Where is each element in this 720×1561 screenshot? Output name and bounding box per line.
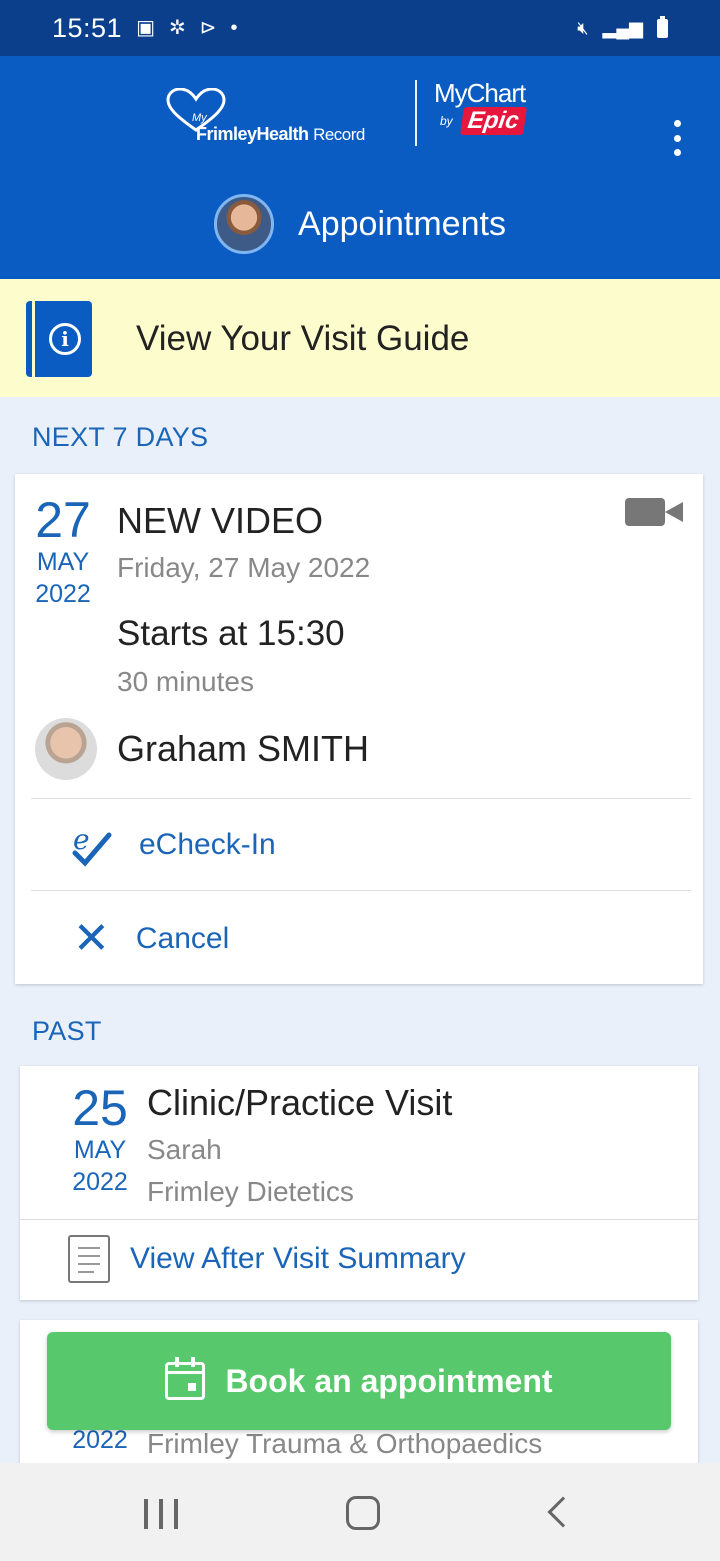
video-camera-icon xyxy=(625,498,685,528)
logo-my-text: My xyxy=(192,112,207,124)
recents-icon[interactable] xyxy=(144,1499,178,1529)
frimley-health-record-logo[interactable]: My FrimleyHealth Record xyxy=(166,88,386,158)
back-icon[interactable] xyxy=(547,1496,579,1528)
divider xyxy=(31,798,691,799)
past-appointment-card[interactable]: 25 MAY 2022 Clinic/Practice Visit Sarah … xyxy=(20,1066,698,1300)
date-day: 25 xyxy=(72,1080,128,1136)
close-icon: ✕ xyxy=(73,914,110,963)
date-day: 27 xyxy=(35,492,91,548)
document-icon xyxy=(68,1235,110,1283)
logo-divider xyxy=(415,80,417,146)
upcoming-appointment-card[interactable]: 27 MAY 2022 NEW VIDEO Friday, 27 May 202… xyxy=(15,474,703,984)
info-book-icon: i xyxy=(26,301,92,377)
date-month: MAY xyxy=(36,548,90,576)
avatar[interactable] xyxy=(214,194,275,254)
date-year: 2022 xyxy=(35,580,91,608)
mychart-logo: MyChart by Epic xyxy=(434,80,564,150)
mychart-by-text: by xyxy=(440,114,453,128)
logo-record-text: Record xyxy=(313,125,365,144)
divider xyxy=(20,1219,698,1220)
department-name: Frimley Trauma & Orthopaedics xyxy=(147,1428,543,1459)
system-navigation-bar xyxy=(0,1463,720,1561)
provider-avatar xyxy=(35,718,97,780)
page-heading: Appointments xyxy=(0,193,720,255)
logo-area: My FrimleyHealth Record MyChart by Epic xyxy=(0,80,720,180)
app-header: My FrimleyHealth Record MyChart by Epic … xyxy=(0,56,720,279)
logo-brand-name: FrimleyHealth xyxy=(196,124,309,144)
echeckin-button[interactable]: e eCheck-In xyxy=(69,820,276,870)
department-name: Frimley Dietetics xyxy=(147,1176,354,1207)
book-appointment-label: Book an appointment xyxy=(225,1362,553,1399)
summary-label: View After Visit Summary xyxy=(130,1242,466,1275)
section-next-7-days: NEXT 7 DAYS xyxy=(32,422,209,452)
date-month: MAY xyxy=(73,1136,127,1164)
gallery-icon: ▣ xyxy=(136,17,155,39)
mute-icon: 🔇︎ xyxy=(577,17,589,38)
appointment-date-text: Friday, 27 May 2022 xyxy=(117,552,371,583)
appointment-duration: 30 minutes xyxy=(117,666,254,697)
dot-icon: • xyxy=(230,17,238,39)
appointment-date: 27 MAY 2022 xyxy=(29,494,97,610)
provider-name: Graham SMITH xyxy=(117,728,370,769)
visit-guide-label: View Your Visit Guide xyxy=(136,319,470,358)
signal-icon: ▂▄▆ xyxy=(602,17,643,38)
epic-logo: Epic xyxy=(460,107,527,135)
provider-name: Sarah xyxy=(147,1134,222,1165)
echeckin-label: eCheck-In xyxy=(139,828,276,861)
appointment-title: NEW VIDEO xyxy=(117,500,324,541)
appointment-date: 25 MAY 2022 xyxy=(60,1082,140,1198)
status-time: 15:51 xyxy=(52,12,123,43)
home-icon[interactable] xyxy=(346,1496,380,1530)
appointment-start-time: Starts at 15:30 xyxy=(117,614,345,653)
appointment-title: Clinic/Practice Visit xyxy=(147,1082,453,1123)
book-appointment-button[interactable]: Book an appointment xyxy=(47,1332,671,1430)
calendar-icon xyxy=(165,1357,206,1400)
mychart-text: MyChart xyxy=(434,78,526,108)
date-year: 2022 xyxy=(72,1168,128,1196)
battery-icon xyxy=(657,15,668,38)
page-title: Appointments xyxy=(298,204,506,243)
cancel-label: Cancel xyxy=(135,922,230,955)
logo-brand-text: FrimleyHealth Record xyxy=(196,124,365,145)
settings-icon: ✲ xyxy=(168,17,186,39)
view-after-visit-summary-link[interactable]: View After Visit Summary xyxy=(68,1234,466,1284)
echeckin-icon: e xyxy=(72,823,112,867)
play-icon: ⊳ xyxy=(199,17,217,39)
visit-guide-banner[interactable]: i View Your Visit Guide xyxy=(0,279,720,397)
section-past: PAST xyxy=(32,1016,102,1046)
cancel-button[interactable]: ✕ Cancel xyxy=(73,914,229,964)
more-options-icon[interactable] xyxy=(672,120,682,156)
status-bar: 15:51 ▣ ✲ ⊳ • 🔇︎ ▂▄▆ xyxy=(0,0,720,56)
divider xyxy=(31,890,691,891)
